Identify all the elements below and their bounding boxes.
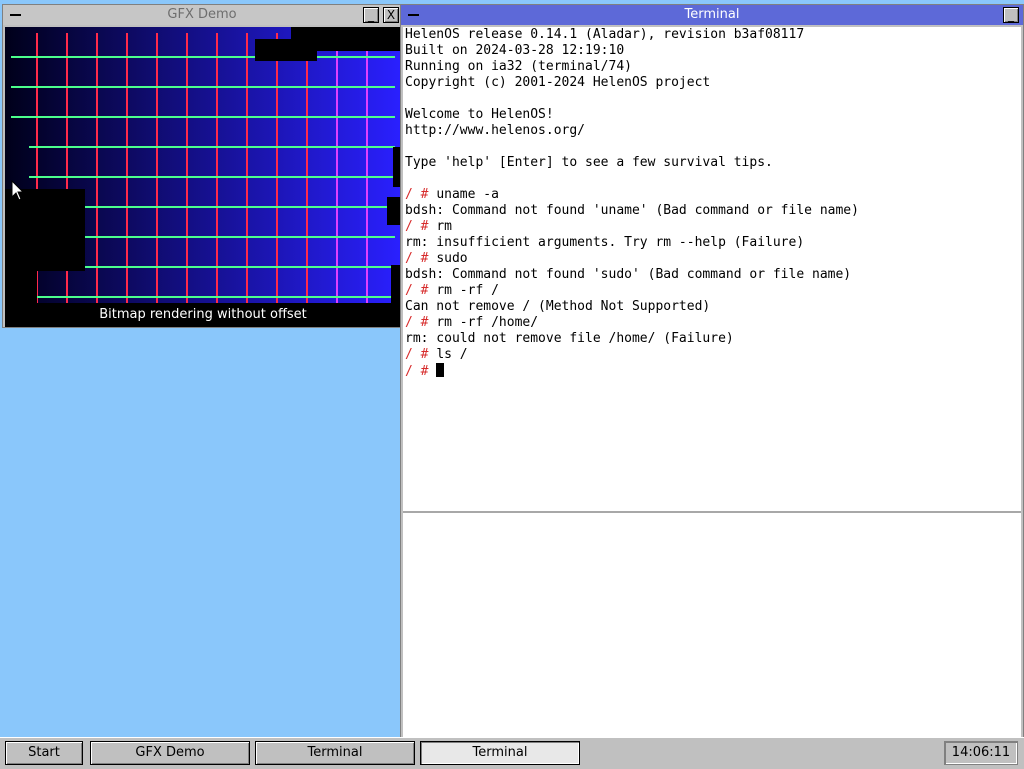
shell-command: ls / (436, 347, 468, 362)
start-button[interactable]: Start (5, 741, 83, 765)
taskbar-button-terminal-active[interactable]: Terminal (420, 741, 580, 765)
terminal-line: / # ls / (405, 347, 468, 362)
terminal-line: Running on ia32 (terminal/74) (405, 59, 632, 74)
terminal-line: HelenOS release 0.14.1 (Aladar), revisio… (405, 27, 804, 42)
terminal-minimize-button[interactable]: _ (1003, 7, 1019, 23)
terminal-line: / # rm (405, 219, 452, 234)
terminal-line: Can not remove / (Method Not Supported) (405, 299, 710, 314)
terminal-output-line: rm: insufficient arguments. Try rm --hel… (405, 235, 805, 250)
gfx-demo-title: GFX Demo (167, 7, 237, 22)
terminal-window[interactable]: Terminal _ HelenOS release 0.14.1 (Alada… (400, 4, 1024, 740)
terminal-title: Terminal (684, 7, 740, 22)
window-menu-icon[interactable] (403, 7, 423, 23)
terminal-line: rm: insufficient arguments. Try rm --hel… (405, 235, 804, 250)
terminal-line: rm: could not remove file /home/ (Failur… (405, 331, 734, 346)
shell-command: rm -rf / (436, 283, 499, 298)
terminal-line: Welcome to HelenOS! (405, 107, 554, 122)
terminal-output-line: Welcome to HelenOS! (405, 107, 554, 122)
gfx-demo-titlebar[interactable]: GFX Demo _ X (3, 5, 401, 25)
terminal-line: / # (405, 363, 445, 379)
terminal-line: / # rm -rf /home/ (405, 315, 538, 330)
terminal-line: / # rm -rf / (405, 283, 499, 298)
taskbar-button-gfx-demo[interactable]: GFX Demo (90, 741, 250, 765)
terminal-output-line: bdsh: Command not found 'uname' (Bad com… (405, 203, 859, 218)
arrow-cursor-icon (11, 180, 25, 201)
shell-prompt: / # (405, 283, 437, 298)
shell-prompt: / # (405, 187, 437, 202)
gfx-demo-caption: Bitmap rendering without offset (5, 303, 401, 327)
shell-prompt: / # (405, 251, 437, 266)
terminal-line: Built on 2024-03-28 12:19:10 (405, 43, 624, 58)
terminal-output-line: Copyright (c) 2001-2024 HelenOS project (405, 75, 711, 90)
shell-command: rm (436, 219, 452, 234)
terminal-line: / # uname -a (405, 187, 499, 202)
shell-prompt: / # (405, 315, 437, 330)
taskbar: Start GFX Demo Terminal Terminal 14:06:1… (0, 737, 1024, 769)
shell-prompt: / # (405, 364, 437, 379)
gfx-demo-window[interactable]: GFX Demo _ X Bitmap rendering without of… (2, 4, 402, 328)
terminal-output-line: http://www.helenos.org/ (405, 123, 586, 138)
terminal-line: bdsh: Command not found 'sudo' (Bad comm… (405, 267, 851, 282)
gfx-minimize-button[interactable]: _ (363, 7, 379, 23)
text-cursor (436, 363, 445, 377)
terminal-line: Copyright (c) 2001-2024 HelenOS project (405, 75, 710, 90)
window-menu-icon[interactable] (5, 7, 25, 23)
terminal-divider (403, 511, 1021, 513)
terminal-output-line: rm: could not remove file /home/ (Failur… (405, 331, 734, 346)
terminal-output-line: bdsh: Command not found 'sudo' (Bad comm… (405, 267, 852, 282)
gfx-close-button[interactable]: X (383, 7, 399, 23)
gfx-demo-canvas (5, 27, 401, 303)
shell-command: rm -rf /home/ (436, 315, 539, 330)
taskbar-button-terminal[interactable]: Terminal (255, 741, 415, 765)
terminal-line: / # sudo (405, 251, 468, 266)
terminal-output-line: Type 'help' [Enter] to see a few surviva… (405, 155, 773, 170)
shell-prompt: / # (405, 347, 437, 362)
terminal-line: Type 'help' [Enter] to see a few surviva… (405, 155, 773, 170)
terminal-output-line: HelenOS release 0.14.1 (Aladar), revisio… (405, 27, 805, 42)
terminal-output-line: Can not remove / (Method Not Supported) (405, 299, 711, 314)
terminal-output-line: Built on 2024-03-28 12:19:10 (405, 43, 625, 58)
terminal-titlebar[interactable]: Terminal _ (401, 5, 1023, 25)
shell-command: uname -a (436, 187, 499, 202)
terminal-text: HelenOS release 0.14.1 (Aladar), revisio… (405, 27, 859, 380)
terminal-line: bdsh: Command not found 'uname' (Bad com… (405, 203, 859, 218)
shell-prompt: / # (405, 219, 437, 234)
taskbar-clock: 14:06:11 (944, 741, 1018, 765)
terminal-output-area[interactable]: HelenOS release 0.14.1 (Aladar), revisio… (403, 27, 1021, 737)
terminal-output-line: Running on ia32 (terminal/74) (405, 59, 632, 74)
terminal-line: http://www.helenos.org/ (405, 123, 585, 138)
shell-command: sudo (436, 251, 468, 266)
